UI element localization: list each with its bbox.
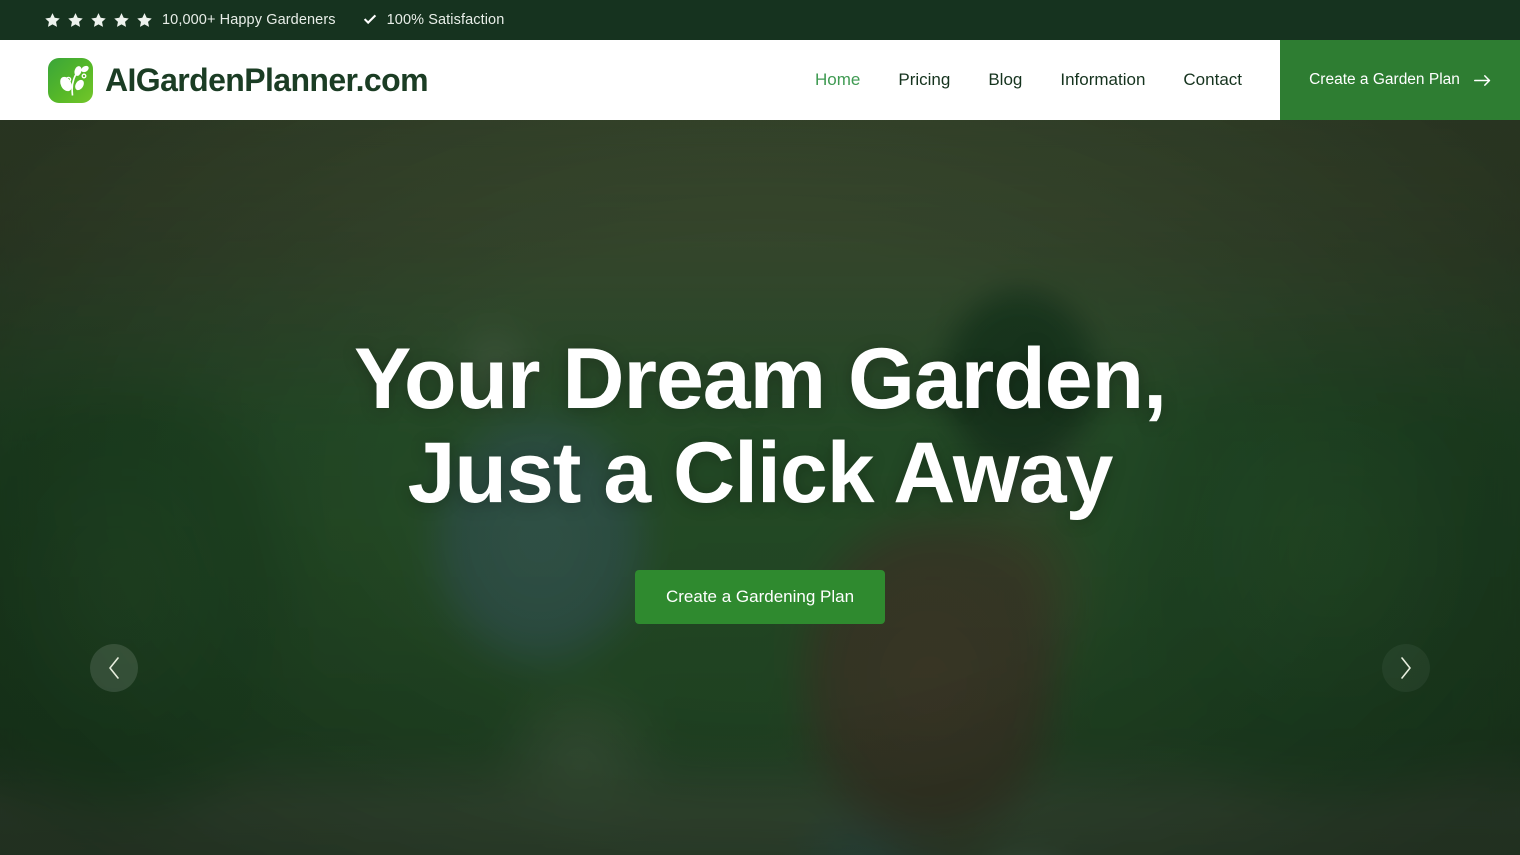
create-garden-plan-button[interactable]: Create a Garden Plan	[1280, 40, 1520, 120]
hero-section: Your Dream Garden, Just a Click Away Cre…	[0, 120, 1520, 855]
star-icon	[45, 12, 60, 27]
main-navigation: Home Pricing Blog Information Contact	[815, 70, 1280, 90]
nav-item-home[interactable]: Home	[815, 70, 860, 90]
brand-name: AIGardenPlanner.com	[105, 62, 429, 98]
chevron-right-icon	[1401, 657, 1411, 679]
star-rating	[44, 12, 153, 29]
carousel-next-button[interactable]	[1382, 644, 1430, 692]
nav-item-pricing[interactable]: Pricing	[898, 70, 950, 90]
brand-logo[interactable]: AIGardenPlanner.com	[48, 57, 429, 103]
carousel-prev-button[interactable]	[90, 644, 138, 692]
announcement-bar: 10,000+ Happy Gardeners 100% Satisfactio…	[0, 0, 1520, 40]
plant-sprig-logo-icon	[48, 57, 93, 103]
hero-content: Your Dream Garden, Just a Click Away Cre…	[0, 120, 1520, 855]
satisfaction-group: 100% Satisfaction	[362, 12, 505, 28]
nav-item-blog[interactable]: Blog	[988, 70, 1022, 90]
site-header: AIGardenPlanner.com Home Pricing Blog In…	[0, 40, 1520, 120]
create-gardening-plan-button[interactable]: Create a Gardening Plan	[634, 570, 886, 625]
create-garden-plan-label: Create a Garden Plan	[1309, 71, 1460, 88]
chevron-left-icon	[109, 657, 119, 679]
satisfaction-text: 100% Satisfaction	[386, 12, 505, 28]
check-icon	[363, 14, 376, 25]
nav-item-contact[interactable]: Contact	[1183, 70, 1242, 90]
arrow-right-icon	[1473, 74, 1491, 86]
hero-title: Your Dream Garden, Just a Click Away	[354, 330, 1167, 521]
star-icon	[91, 12, 106, 27]
star-icon	[137, 12, 152, 27]
nav-item-information[interactable]: Information	[1060, 70, 1145, 90]
star-icon	[68, 12, 83, 27]
star-icon	[114, 12, 129, 27]
rating-group: 10,000+ Happy Gardeners	[44, 12, 336, 29]
rating-text: 10,000+ Happy Gardeners	[162, 12, 336, 28]
